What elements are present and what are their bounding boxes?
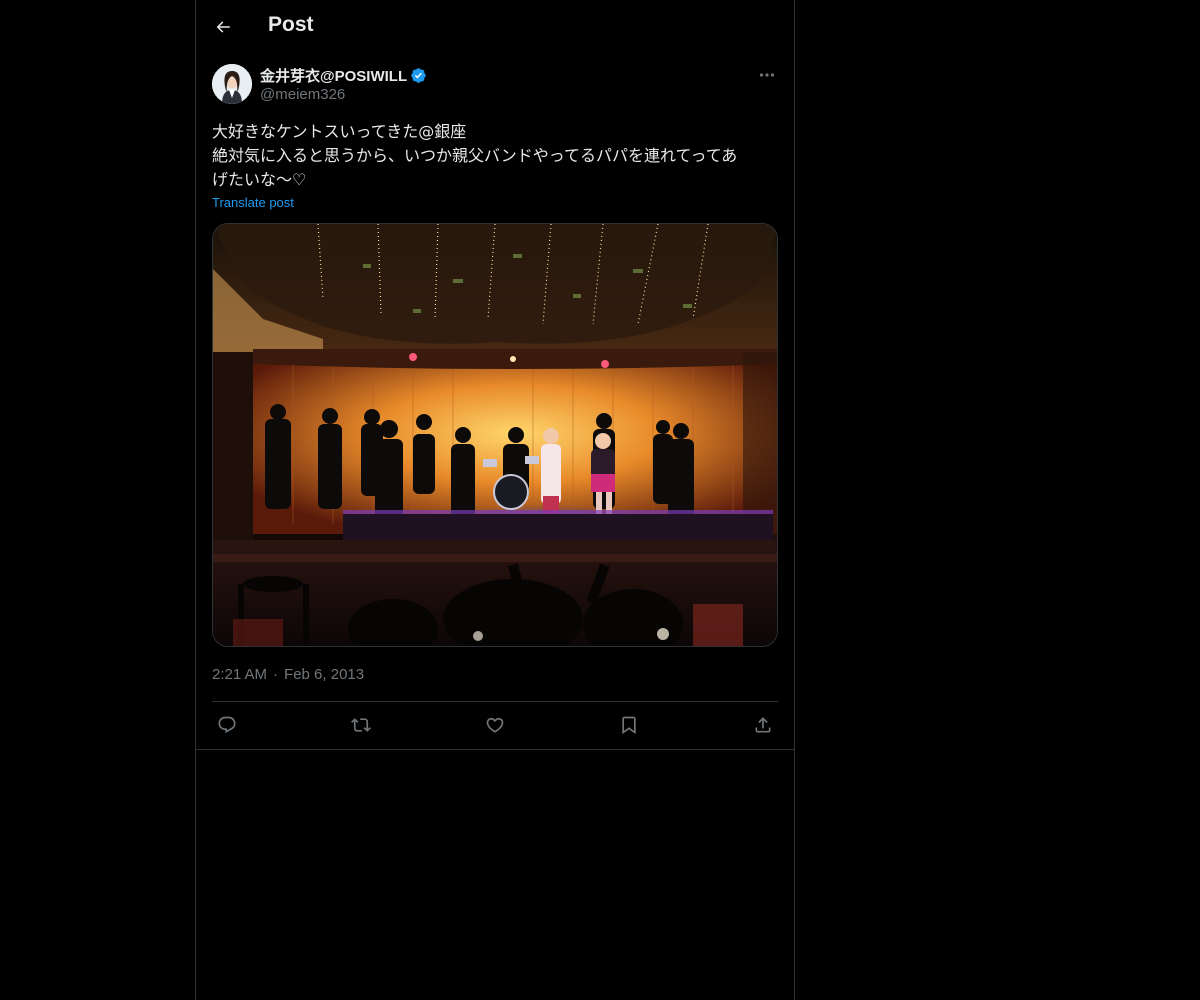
post-text-line: げたいな〜♡: [212, 170, 307, 189]
post-text-line: 絶対気に入ると思うから、いつか親父バンドやってるパパを連れてってあ: [212, 146, 738, 165]
heart-icon: [486, 717, 504, 733]
bookmark-icon: [622, 716, 636, 735]
share-button[interactable]: [748, 712, 778, 738]
repost-button[interactable]: [346, 712, 376, 738]
concert-stage-photo: [213, 224, 777, 646]
bookmark-button[interactable]: [614, 712, 644, 738]
reply-button[interactable]: [212, 712, 242, 738]
post-text-line: 大好きなケントスいってきた@銀座: [212, 122, 467, 141]
repost-icon: [351, 718, 371, 732]
arrow-left-icon: [216, 21, 230, 33]
avatar-image: [212, 64, 252, 104]
post-bottom-border: [196, 749, 794, 750]
avatar[interactable]: [212, 64, 252, 104]
more-button[interactable]: [756, 66, 778, 84]
post-timestamp: 2:21 AM · Feb 6, 2013: [212, 666, 364, 683]
verified-badge-icon: [411, 67, 426, 83]
author-block: 金井芽衣@POSIWILL @meiem326: [260, 65, 427, 103]
share-icon: [755, 717, 771, 733]
main-column: Post 金井芽衣@POSIWILL @meiem326 大好きなケントスいって…: [195, 0, 795, 1000]
like-button[interactable]: [480, 712, 510, 738]
post-date-link[interactable]: Feb 6, 2013: [284, 666, 364, 683]
post-actions: [212, 712, 778, 738]
post-time-link[interactable]: 2:21 AM: [212, 666, 267, 683]
reply-icon: [218, 716, 236, 734]
author-handle[interactable]: @meiem326: [260, 86, 427, 103]
post-text: 大好きなケントスいってきた@銀座 絶対気に入ると思うから、いつか親父バンドやって…: [212, 120, 778, 192]
timestamp-separator: ·: [273, 666, 279, 683]
back-button[interactable]: [208, 10, 238, 44]
divider: [212, 701, 778, 702]
more-horizontal-icon: [759, 73, 775, 77]
page-title: Post: [268, 13, 314, 36]
author-display-name[interactable]: 金井芽衣@POSIWILL: [260, 65, 407, 86]
translate-post-link[interactable]: Translate post: [212, 195, 294, 210]
post-photo[interactable]: [212, 223, 778, 647]
post-header: Post: [196, 0, 794, 54]
